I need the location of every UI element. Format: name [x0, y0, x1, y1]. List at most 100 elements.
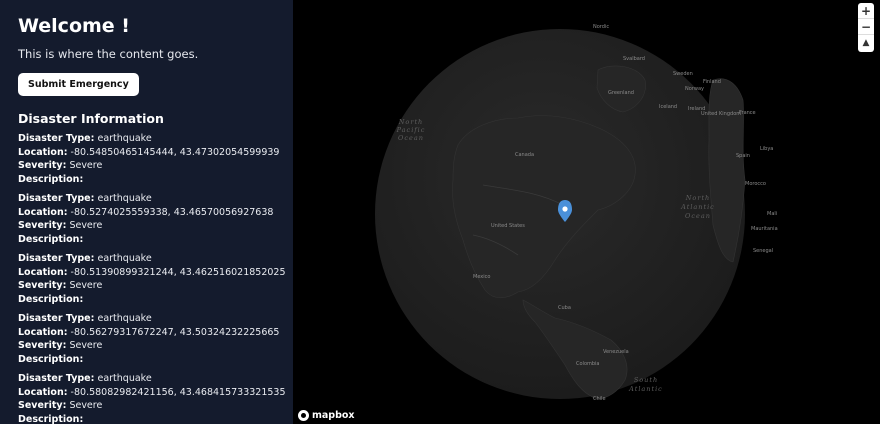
- location-value: -80.51390899321244, 43.462516021852025: [70, 266, 286, 278]
- disaster-type-row: Disaster Type: earthquake: [18, 192, 275, 206]
- severity-label: Severity:: [18, 280, 67, 291]
- disaster-entry: Disaster Type: earthquake Location: -80.…: [18, 252, 286, 307]
- location-value: -80.56279317672247, 43.50324232225665: [70, 326, 280, 338]
- disaster-type-row: Disaster Type: earthquake: [18, 372, 275, 386]
- disaster-type-label: Disaster Type:: [18, 133, 95, 144]
- globe-map[interactable]: North Pacific Ocean North Atlantic Ocean…: [293, 0, 880, 424]
- place-label: Morocco: [745, 181, 766, 187]
- place-label: Venezuela: [603, 349, 629, 355]
- intro-text: This is where the content goes.: [18, 47, 199, 61]
- location-label: Location:: [18, 146, 68, 158]
- location-row: Location: -80.56279317672247, 43.5032423…: [18, 326, 279, 340]
- north-pacific-label: North Pacific Ocean: [396, 118, 426, 142]
- disaster-entry: Disaster Type: earthquake Location: -80.…: [18, 192, 275, 246]
- page-title: Welcome !: [18, 15, 130, 37]
- description-row: Description:: [18, 293, 275, 307]
- disaster-type-value: earthquake: [97, 313, 152, 324]
- place-label: France: [739, 110, 756, 116]
- place-label: Nordic: [593, 24, 609, 30]
- place-label: Sweden: [673, 71, 693, 77]
- severity-label: Severity:: [18, 160, 67, 171]
- description-label: Description:: [18, 413, 84, 424]
- location-row: Location: -80.5274025559338, 43.46570056…: [18, 206, 275, 220]
- compass-button[interactable]: ▲: [858, 35, 874, 51]
- severity-value: Severe: [69, 220, 103, 231]
- place-label: Finland: [703, 79, 721, 85]
- severity-row: Severity: Severe: [18, 219, 275, 233]
- place-label: Mexico: [473, 274, 490, 280]
- place-label: Libya: [760, 146, 773, 152]
- description-label: Description:: [18, 293, 84, 305]
- place-label: United Kingdom: [701, 111, 741, 117]
- svg-text:Ocean: Ocean: [685, 212, 711, 220]
- submit-emergency-button[interactable]: Submit Emergency: [18, 73, 139, 96]
- place-label: Canada: [515, 152, 534, 158]
- location-row: Location: -80.51390899321244, 43.4625160…: [18, 266, 286, 280]
- severity-row: Severity: Severe: [18, 279, 275, 293]
- description-label: Description:: [18, 173, 84, 185]
- disaster-info-heading: Disaster Information: [18, 111, 164, 126]
- north-atlantic-label: North Atlantic Ocean: [680, 194, 715, 220]
- place-label: Cuba: [558, 305, 571, 311]
- disaster-type-label: Disaster Type:: [18, 253, 95, 264]
- severity-value: Severe: [69, 340, 103, 351]
- disaster-type-label: Disaster Type:: [18, 193, 95, 204]
- location-value: -80.54850465145444, 43.47302054599939: [70, 146, 280, 158]
- location-label: Location:: [18, 386, 68, 398]
- place-label: United States: [491, 223, 525, 229]
- svg-text:Atlantic: Atlantic: [680, 203, 715, 211]
- place-label: Ireland: [688, 106, 705, 112]
- description-label: Description:: [18, 233, 84, 245]
- map-controls: + − ▲: [858, 3, 874, 52]
- location-row: Location: -80.54850465145444, 43.4730205…: [18, 146, 279, 160]
- disaster-type-value: earthquake: [97, 193, 152, 204]
- severity-value: Severe: [69, 400, 103, 411]
- severity-value: Severe: [69, 160, 103, 171]
- svg-text:Pacific: Pacific: [396, 126, 426, 134]
- mapbox-logo[interactable]: mapbox: [298, 410, 355, 421]
- place-label: Colombia: [576, 361, 600, 367]
- location-label: Location:: [18, 206, 68, 218]
- location-label: Location:: [18, 326, 68, 338]
- place-label: Svalbard: [623, 56, 645, 62]
- disaster-type-value: earthquake: [97, 373, 152, 384]
- disaster-type-row: Disaster Type: earthquake: [18, 132, 275, 146]
- place-label: Chile: [593, 396, 606, 402]
- disaster-type-row: Disaster Type: earthquake: [18, 252, 275, 266]
- place-label: Iceland: [659, 104, 677, 110]
- severity-label: Severity:: [18, 220, 67, 231]
- severity-row: Severity: Severe: [18, 399, 275, 413]
- disaster-entry: Disaster Type: earthquake Location: -80.…: [18, 132, 279, 186]
- description-label: Description:: [18, 353, 84, 365]
- zoom-in-button[interactable]: +: [858, 3, 874, 19]
- svg-text:North: North: [685, 194, 711, 202]
- severity-row: Severity: Severe: [18, 339, 275, 353]
- disaster-type-label: Disaster Type:: [18, 313, 95, 324]
- location-value: -80.58082982421156, 43.468415733321535: [70, 386, 286, 398]
- location-row: Location: -80.58082982421156, 43.4684157…: [18, 386, 286, 400]
- place-label: Senegal: [753, 248, 773, 254]
- place-label: Norway: [685, 86, 704, 92]
- map-canvas[interactable]: North Pacific Ocean North Atlantic Ocean…: [293, 0, 880, 424]
- place-label: Spain: [736, 153, 750, 159]
- description-row: Description:: [18, 413, 275, 424]
- svg-text:South: South: [634, 376, 658, 384]
- place-label: Mali: [767, 211, 777, 217]
- severity-label: Severity:: [18, 400, 67, 411]
- description-row: Description:: [18, 233, 275, 247]
- mapbox-label: mapbox: [312, 410, 355, 421]
- sidebar: Welcome ! This is where the content goes…: [0, 0, 293, 424]
- mapbox-icon: [298, 410, 309, 421]
- severity-label: Severity:: [18, 340, 67, 351]
- disaster-type-label: Disaster Type:: [18, 373, 95, 384]
- place-label: Mauritania: [751, 226, 778, 232]
- disaster-type-value: earthquake: [97, 133, 152, 144]
- zoom-out-button[interactable]: −: [858, 19, 874, 35]
- severity-row: Severity: Severe: [18, 159, 275, 173]
- location-value: -80.5274025559338, 43.46570056927638: [70, 206, 274, 218]
- place-label: Greenland: [608, 90, 634, 96]
- location-label: Location:: [18, 266, 68, 278]
- svg-text:Ocean: Ocean: [398, 134, 424, 142]
- disaster-type-value: earthquake: [97, 253, 152, 264]
- svg-text:Atlantic: Atlantic: [628, 385, 663, 393]
